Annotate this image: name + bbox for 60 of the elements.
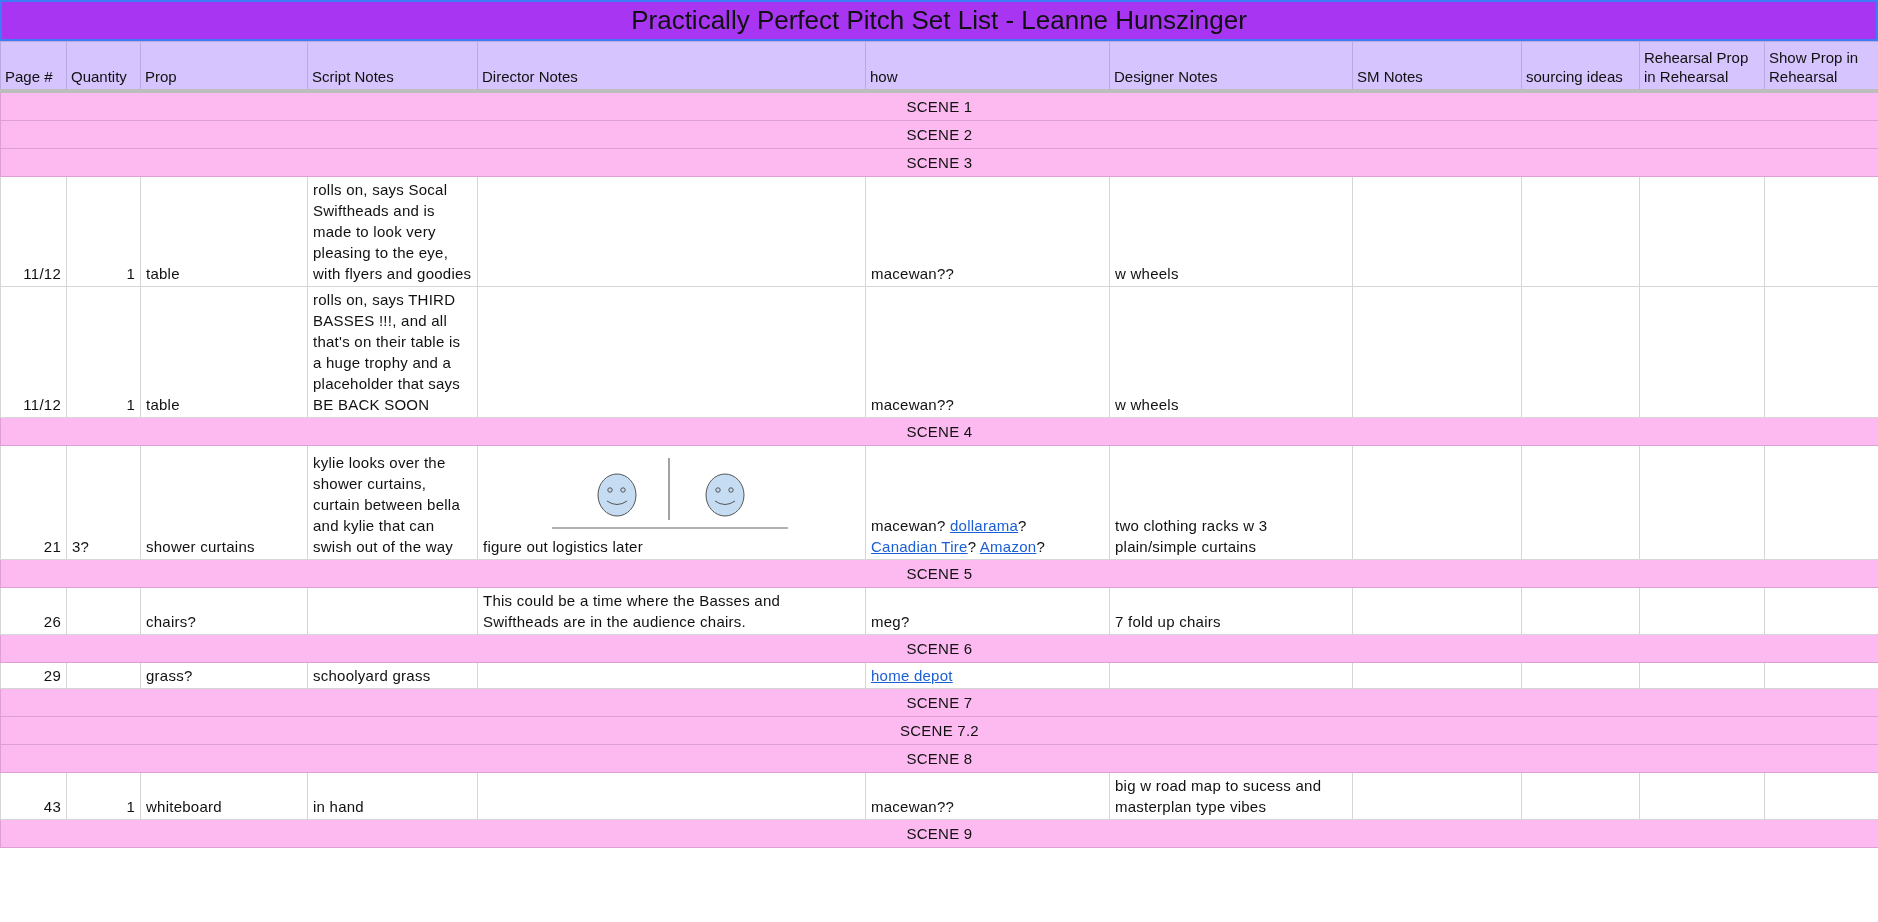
- column-header: Script Notes: [307, 41, 478, 91]
- table-cell: 1: [66, 286, 141, 418]
- cell-text: macewan?: [871, 517, 947, 534]
- link[interactable]: dollarama: [949, 517, 1019, 534]
- table-cell: in hand: [307, 772, 478, 820]
- column-header: Page #: [0, 41, 67, 91]
- sheet-title: Practically Perfect Pitch Set List - Leanne Hunszinger: [0, 0, 1878, 41]
- table-cell: grass?: [140, 662, 308, 689]
- scene-row: SCENE 3: [0, 148, 1878, 177]
- table-cell-text: This could be a time where the Basses and Swiftheads are in the audience chairs.: [483, 591, 782, 632]
- table-cell: table: [140, 286, 308, 418]
- cell-text: meg?: [871, 613, 910, 630]
- table-cell: w wheels: [1109, 286, 1353, 418]
- cell-text: ?: [1018, 517, 1027, 534]
- column-header: Designer Notes: [1109, 41, 1353, 91]
- column-header: Director Notes: [477, 41, 866, 91]
- column-header: how: [865, 41, 1110, 91]
- table-cell-text: figure out logistics later: [483, 537, 644, 557]
- link[interactable]: Canadian Tire: [871, 538, 968, 555]
- scene-row: SCENE 1: [0, 91, 1878, 121]
- cell-text: macewan??: [871, 265, 955, 282]
- column-header: SM Notes: [1352, 41, 1522, 91]
- table-cell: 43: [0, 772, 67, 820]
- column-header: Show Prop in Rehearsal: [1764, 41, 1878, 91]
- scene-row: SCENE 7: [0, 688, 1878, 717]
- cell-text: macewan??: [871, 396, 955, 413]
- table-cell: 7 fold up chairs: [1109, 587, 1353, 635]
- table-cell: shower curtains: [140, 445, 308, 560]
- cell-text: ?: [967, 538, 978, 555]
- scene-row: SCENE 6: [0, 634, 1878, 663]
- table-cell: kylie looks over the shower curtains, curtain between bella and kylie that can swish out of the way: [307, 445, 478, 560]
- table-cell: 1: [66, 772, 141, 820]
- scene-row: SCENE 8: [0, 744, 1878, 773]
- link[interactable]: Amazon: [979, 538, 1037, 555]
- table-cell: 26: [0, 587, 67, 635]
- column-header: sourcing ideas: [1521, 41, 1640, 91]
- cell-text: macewan??: [871, 798, 955, 815]
- column-header: Rehearsal Prop in Rehearsal: [1639, 41, 1765, 91]
- table-cell: chairs?: [140, 587, 308, 635]
- table-cell: table: [140, 176, 308, 287]
- table-cell: w wheels: [1109, 176, 1353, 287]
- table-cell: two clothing racks w 3 plain/simple curtains: [1109, 445, 1353, 560]
- scene-row: SCENE 9: [0, 819, 1878, 848]
- table-cell: 21: [0, 445, 67, 560]
- table-cell: 11/12: [0, 286, 67, 418]
- table-cell: whiteboard: [140, 772, 308, 820]
- scene-row: SCENE 7.2: [0, 716, 1878, 745]
- table-cell: big w road map to sucess and masterplan type vibes: [1109, 772, 1353, 820]
- cell-text: ?: [1036, 538, 1045, 555]
- column-header: Prop: [140, 41, 308, 91]
- table-cell: schoolyard grass: [307, 662, 478, 689]
- scene-row: SCENE 5: [0, 559, 1878, 588]
- scene-row: SCENE 2: [0, 120, 1878, 149]
- table-cell: 3?: [66, 445, 141, 560]
- table-cell: 29: [0, 662, 67, 689]
- scene-row: SCENE 4: [0, 417, 1878, 446]
- table-cell: 11/12: [0, 176, 67, 287]
- column-header: Quantity: [66, 41, 141, 91]
- table-cell: rolls on, says THIRD BASSES !!!, and all that's on their table is a huge trophy and a placeholder that says BE BACK SOON: [307, 286, 478, 418]
- table-cell: 1: [66, 176, 141, 287]
